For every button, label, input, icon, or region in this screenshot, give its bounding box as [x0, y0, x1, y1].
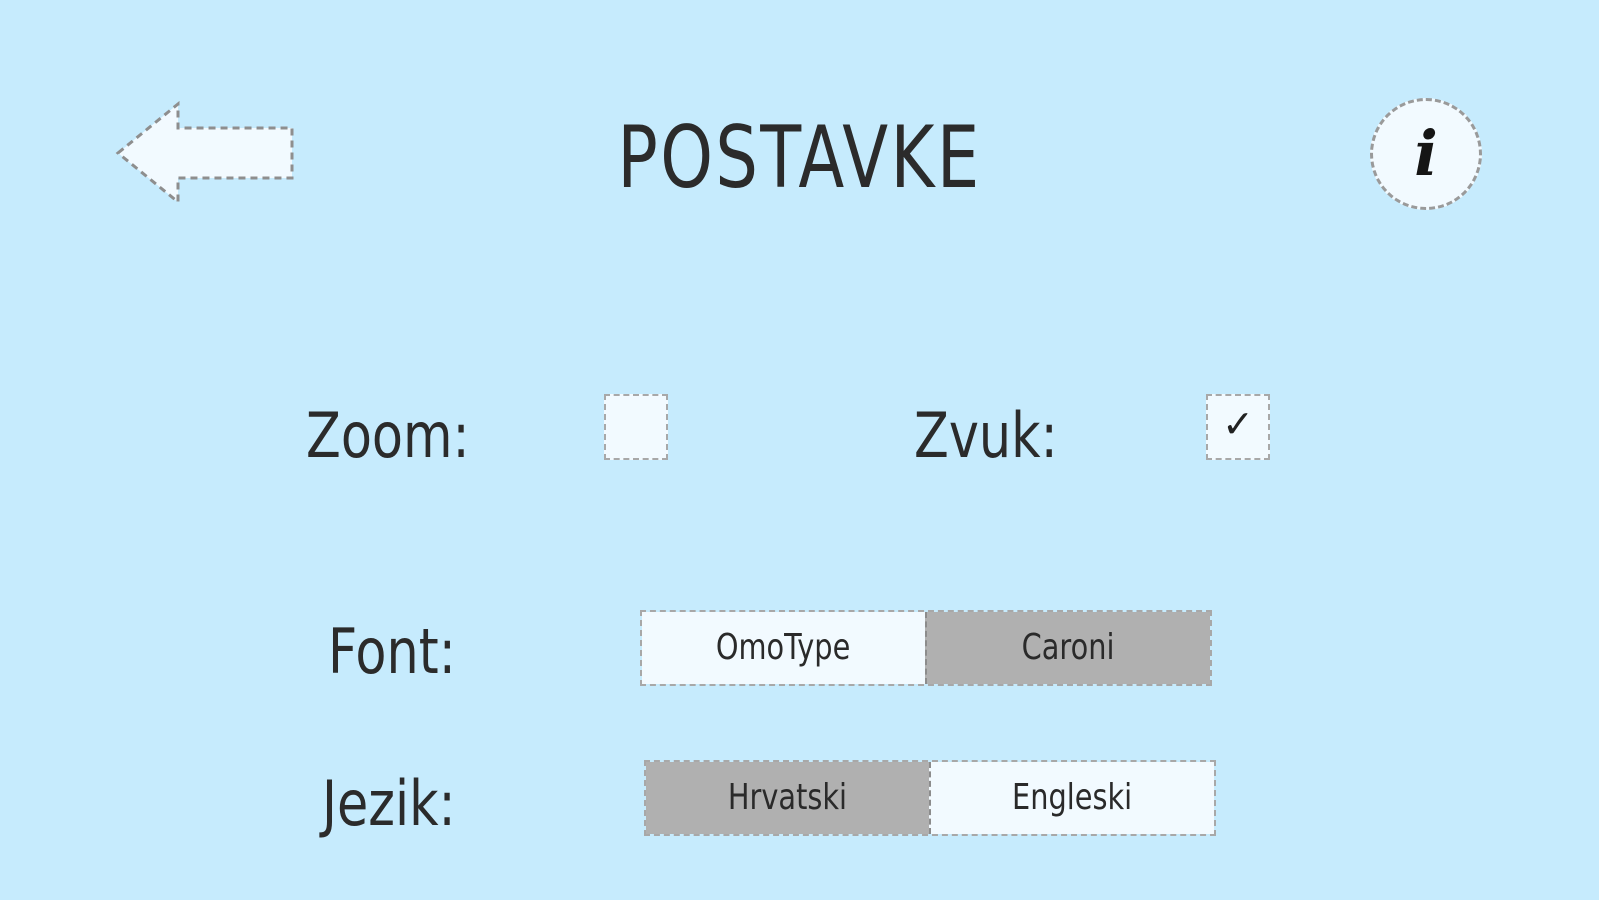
info-icon: i [1414, 117, 1438, 190]
font-option-omotype[interactable]: OmoType [642, 612, 925, 684]
font-option-caroni-label: Caroni [1022, 627, 1115, 668]
zoom-label: Zoom: [306, 399, 470, 472]
sound-checkbox[interactable]: ✓ [1206, 394, 1270, 460]
page-title: POSTAVKE [617, 108, 982, 208]
font-label: Font: [328, 615, 456, 688]
language-label: Jezik: [322, 767, 456, 840]
language-option-english[interactable]: Engleski [929, 762, 1214, 834]
checkmark-icon: ✓ [1222, 402, 1254, 446]
language-option-english-label: Engleski [1012, 777, 1133, 818]
zoom-checkbox[interactable] [604, 394, 668, 460]
language-option-croatian[interactable]: Hrvatski [646, 762, 929, 834]
language-toggle: Hrvatski Engleski [644, 760, 1216, 836]
font-toggle: OmoType Caroni [640, 610, 1212, 686]
font-option-caroni[interactable]: Caroni [925, 612, 1210, 684]
info-button[interactable]: i [1370, 98, 1482, 210]
language-option-croatian-label: Hrvatski [727, 777, 848, 818]
sound-label: Zvuk: [914, 399, 1058, 472]
font-option-omotype-label: OmoType [716, 627, 851, 668]
